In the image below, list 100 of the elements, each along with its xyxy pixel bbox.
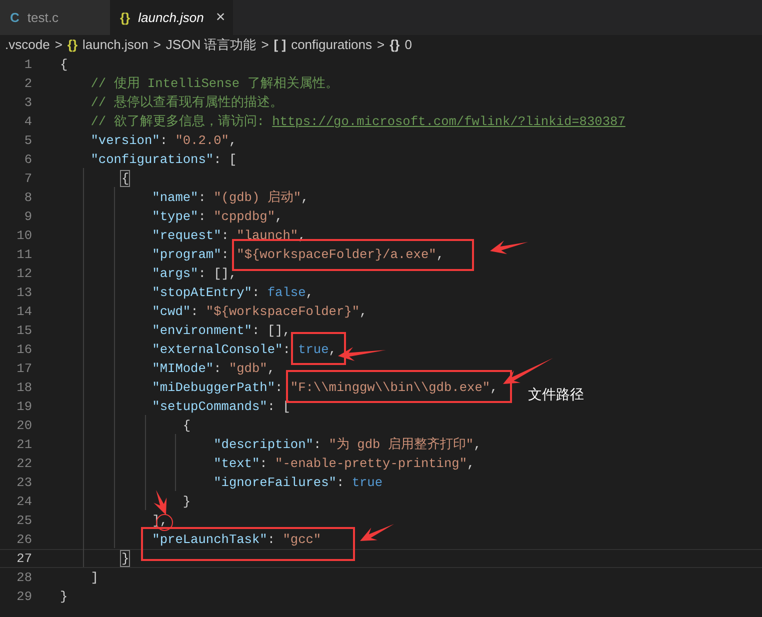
code-punctuation: ,	[467, 456, 475, 471]
line-number: 21	[16, 436, 32, 454]
breadcrumb-item[interactable]: launch.json	[82, 35, 148, 55]
json-string: "(gdb) 启动"	[214, 190, 302, 205]
code-punctuation: :	[221, 247, 230, 262]
line-number: 28	[16, 568, 32, 587]
line-number: 25	[16, 512, 32, 530]
breadcrumb-icon: {}	[390, 35, 400, 55]
code-punctuation: :	[198, 190, 207, 205]
code-punctuation: {	[182, 418, 191, 433]
code-punctuation: ,	[160, 513, 168, 528]
line-number: 7	[23, 170, 32, 188]
chevron-icon: >	[153, 35, 161, 55]
line-number: 29	[16, 588, 32, 606]
json-key: "environment"	[152, 323, 252, 338]
code-punctuation: ,	[306, 285, 314, 300]
line-number: 8	[23, 188, 32, 207]
line-number: 11	[16, 246, 32, 264]
code-punctuation: :	[221, 228, 230, 243]
breadcrumb-item[interactable]: .vscode	[5, 35, 50, 55]
line-number: 15	[16, 322, 32, 340]
code-comment: // 欲了解更多信息，请访问:	[90, 114, 266, 129]
code-comment: // 悬停以查看现有属性的描述。	[90, 95, 283, 110]
json-key: "version"	[90, 133, 160, 148]
line-number: 1	[23, 56, 32, 74]
code-punctuation: :	[160, 133, 169, 148]
json-string: "cppdbg"	[214, 209, 276, 224]
json-string: "F:\\minggw\\bin\\gdb.exe"	[290, 380, 490, 395]
arrow	[360, 524, 394, 541]
code-punctuation: {	[60, 57, 68, 72]
code-punctuation: ,	[490, 380, 498, 395]
code-punctuation: ,	[436, 247, 444, 262]
code-punctuation: : [],	[198, 266, 237, 281]
json-string: "${workspaceFolder}"	[206, 304, 360, 319]
code-punctuation: : [],	[252, 323, 290, 338]
line-number: 10	[16, 226, 32, 245]
arrow	[154, 490, 167, 515]
tab-label: launch.json	[138, 8, 204, 27]
json-string: "${workspaceFolder}/a.exe"	[236, 247, 436, 262]
line-number: 20	[16, 416, 32, 435]
json-key: "ignoreFailures"	[214, 475, 336, 490]
code-punctuation: :	[267, 532, 276, 547]
code-punctuation: }	[60, 589, 68, 604]
line-number: 26	[16, 530, 32, 549]
json-string: "gcc"	[282, 532, 322, 547]
line-number: 12	[16, 264, 32, 283]
line-number: 4	[23, 112, 32, 131]
line-number: 24	[16, 492, 32, 511]
file-icon: C	[10, 8, 20, 28]
json-string: "launch"	[236, 228, 298, 243]
line-number: 16	[16, 340, 32, 359]
json-literal: true	[352, 475, 383, 490]
breadcrumb-item[interactable]: 0	[404, 35, 412, 55]
matched-bracket: }	[121, 551, 130, 566]
json-string: "gdb"	[228, 361, 268, 376]
line-number: 13	[16, 284, 32, 302]
code-punctuation: :	[336, 475, 346, 490]
json-key: "description"	[214, 437, 314, 452]
editor-tab[interactable]: C test.c	[0, 0, 110, 35]
chevron-icon: >	[54, 35, 62, 55]
tab-label: test.c	[27, 8, 58, 27]
chevron-icon: >	[261, 35, 269, 55]
line-number: 9	[23, 208, 32, 226]
json-key: "program"	[152, 247, 222, 262]
line-number: 5	[23, 132, 32, 150]
code-punctuation: :	[260, 456, 268, 471]
json-string: "为 gdb 启用整齐打印"	[328, 437, 474, 452]
json-key: "miDebuggerPath"	[152, 380, 276, 395]
editor-tab[interactable]: {} launch.json ×	[110, 0, 233, 35]
file-icon: {}	[120, 8, 130, 28]
comment-link[interactable]: https://go.microsoft.com/fwlink/?linkid=830387	[272, 114, 626, 129]
breadcrumb-item[interactable]: configurations	[291, 35, 372, 55]
line-number: 2	[23, 74, 32, 93]
line-number: 27	[16, 550, 32, 568]
json-key: "type"	[152, 209, 198, 224]
code-punctuation: ,	[267, 361, 276, 376]
json-key: "request"	[152, 228, 222, 243]
line-number: 6	[23, 150, 32, 169]
arrow	[503, 358, 553, 384]
highlight-box	[291, 332, 346, 365]
line-number: 18	[16, 378, 32, 397]
breadcrumb-icon: {}	[67, 35, 78, 55]
code-punctuation: ,	[301, 190, 309, 205]
json-key: "name"	[152, 190, 198, 205]
code-punctuation: :	[214, 361, 222, 376]
json-key: "args"	[152, 266, 198, 281]
code-comment: // 使用 IntelliSense 了解相关属性。	[90, 76, 338, 91]
line-number: 23	[16, 474, 32, 492]
close-icon[interactable]: ×	[216, 6, 226, 30]
json-key: "configurations"	[90, 152, 214, 167]
code-punctuation: ,	[228, 133, 237, 148]
line-number: 19	[16, 398, 32, 416]
code-punctuation: }	[182, 494, 191, 509]
code-punctuation: :	[190, 304, 200, 319]
breadcrumb-icon: [ ]	[274, 35, 286, 55]
line-number: 22	[16, 454, 32, 473]
code-punctuation: ,	[360, 304, 368, 319]
annotation-label: 文件路径	[528, 385, 584, 404]
breadcrumb-item[interactable]: JSON 语言功能	[166, 35, 256, 55]
json-key: "externalConsole"	[152, 342, 283, 357]
